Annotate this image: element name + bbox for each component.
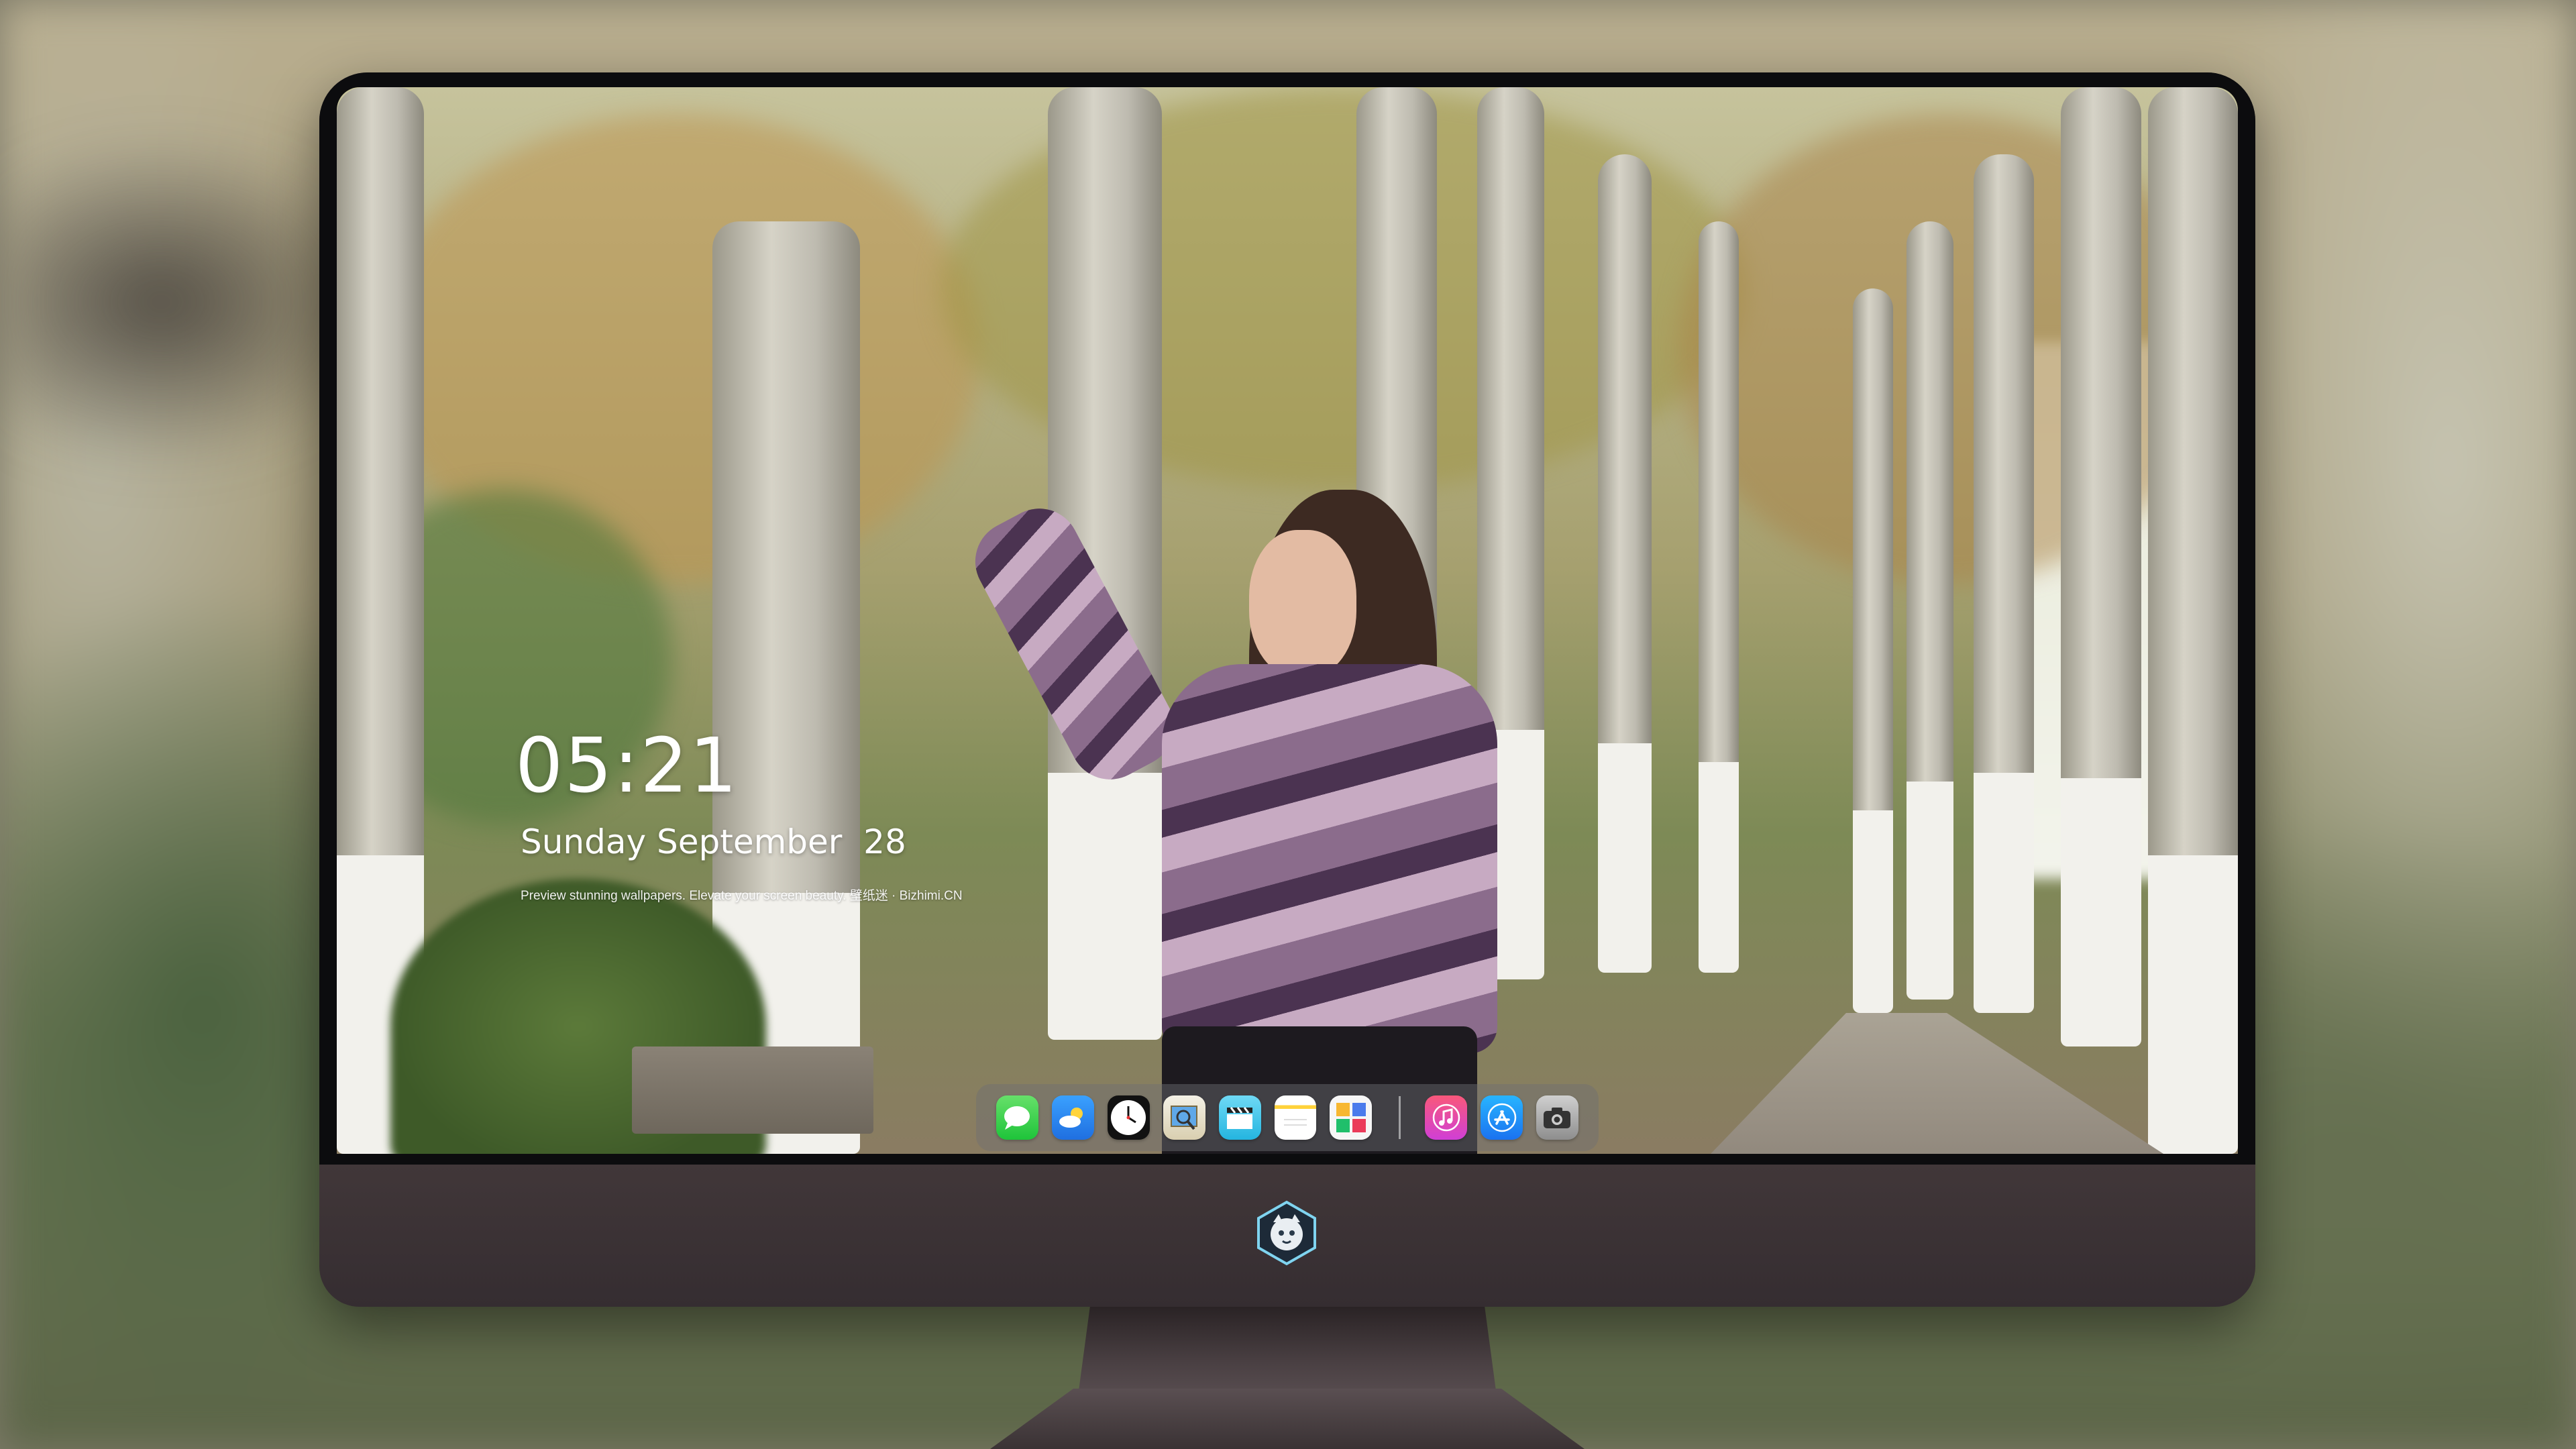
app-store-icon[interactable] [1481, 1095, 1523, 1140]
wallpaper-tree-trunk [1699, 221, 1739, 973]
dock [976, 1084, 1599, 1151]
mascot-logo-icon [1253, 1199, 1320, 1267]
photos-icon[interactable] [1330, 1095, 1373, 1140]
notes-icon[interactable] [1274, 1095, 1317, 1140]
weather-icon[interactable] [1051, 1095, 1094, 1140]
lock-screen-time: 05:21 [515, 722, 739, 810]
wallpaper-tree-trunk [1598, 154, 1652, 973]
wallpaper-tree-trunk [1853, 288, 1893, 1013]
clapperboard-icon[interactable] [1218, 1095, 1261, 1140]
wallpaper-stone-bench [632, 1046, 873, 1134]
wallpaper-tree-trunk [1974, 154, 2034, 1013]
dock-separator [1399, 1096, 1401, 1139]
wallpaper-person-sweater [1162, 664, 1497, 1053]
music-icon[interactable] [1425, 1095, 1468, 1140]
messages-icon[interactable] [996, 1095, 1038, 1140]
lock-screen-tagline: Preview stunning wallpapers. Elevate you… [521, 889, 963, 903]
wallpaper-tree-trunk [2148, 87, 2238, 1154]
camera-icon[interactable] [1536, 1095, 1578, 1140]
lock-screen-date: Sunday September 28 [521, 822, 906, 861]
monitor-stand-base [990, 1389, 1585, 1449]
wallpaper-person-face [1249, 530, 1356, 678]
screen-wallpaper [337, 87, 2238, 1154]
clock-icon[interactable] [1107, 1095, 1150, 1140]
monitor-stand-neck [1077, 1307, 1497, 1401]
preview-icon[interactable] [1163, 1095, 1205, 1140]
wallpaper-tree-trunk [2061, 87, 2141, 1047]
wallpaper-tree-trunk [1907, 221, 1953, 1000]
